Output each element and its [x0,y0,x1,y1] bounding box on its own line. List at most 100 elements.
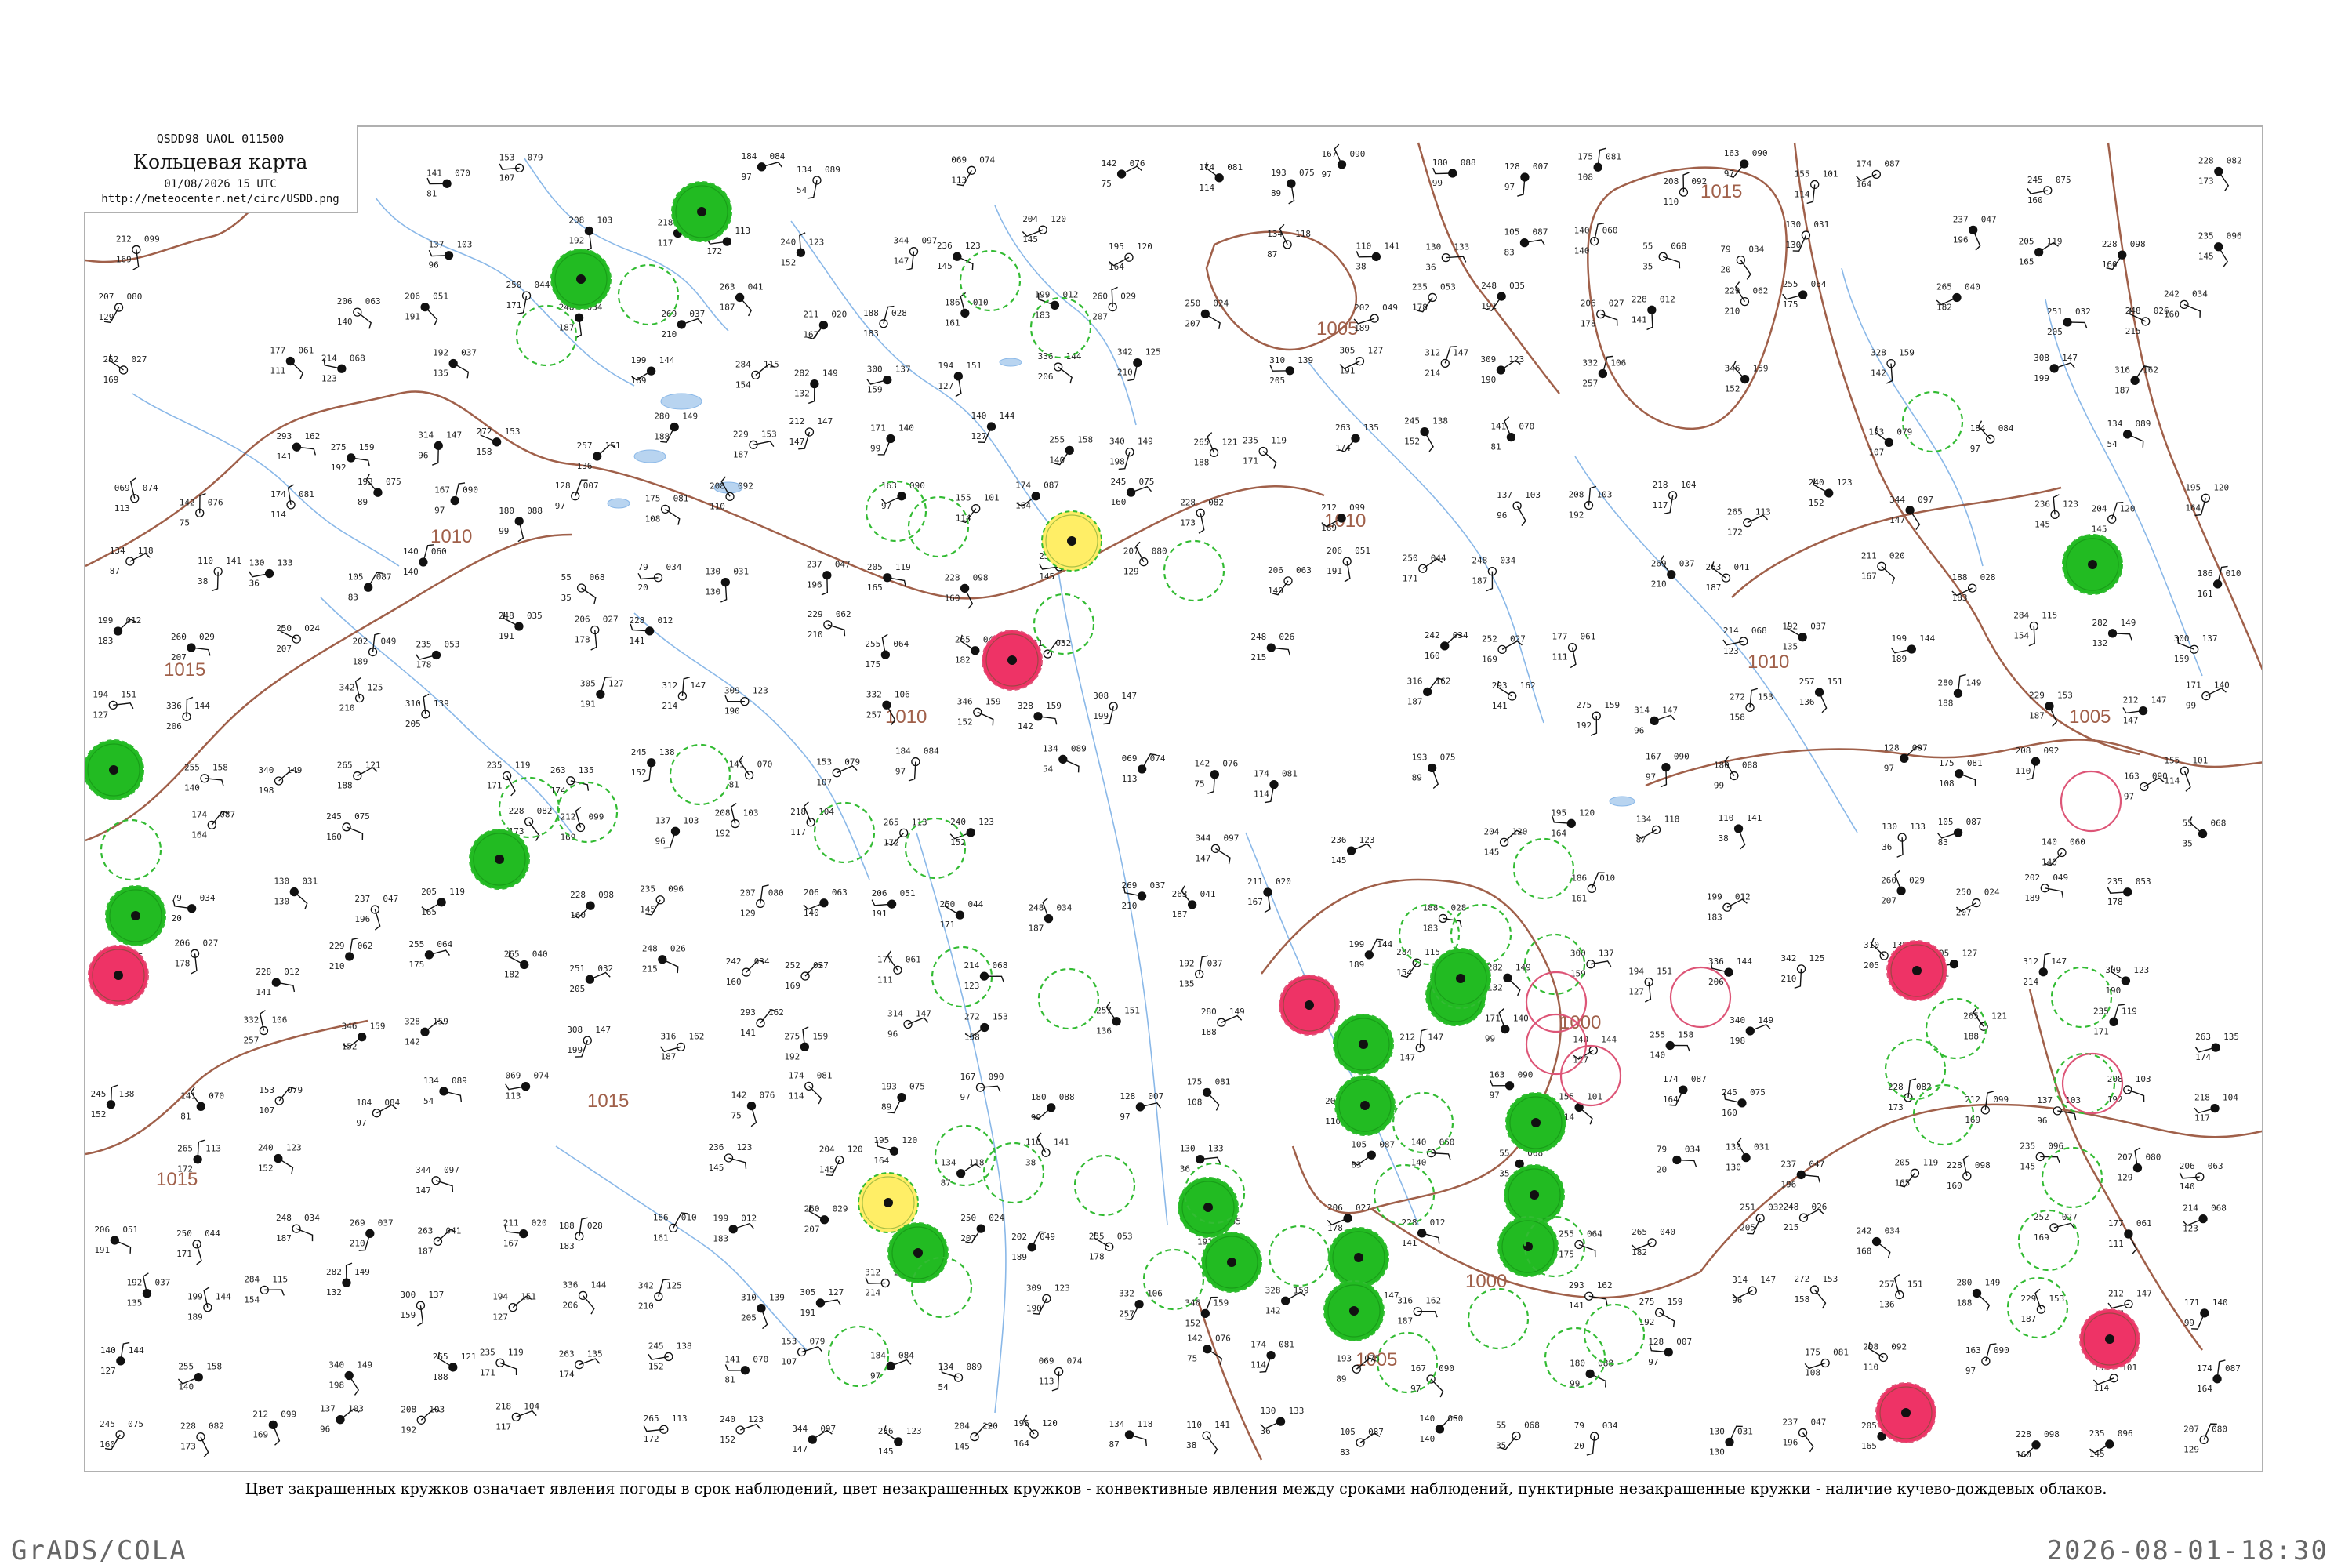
station-plot[interactable]: 328 159142 [1018,701,1062,731]
station-plot[interactable]: 153 079107 [816,757,860,788]
station-plot[interactable]: 237 047196 [354,894,398,931]
station-plot[interactable]: 310 139205 [1269,355,1313,386]
station-plot[interactable]: 340 149198 [1730,1015,1773,1046]
weather-marker-ring[interactable] [1073,1154,1136,1217]
station-plot[interactable]: 105 08783 [1340,1427,1384,1457]
weather-marker-shower[interactable] [1041,510,1102,572]
station-plot[interactable]: 308147199 [2034,353,2078,383]
station-plot[interactable]: 340 149198 [328,1359,372,1396]
station-plot[interactable]: 140 060140 [1574,223,1618,256]
station-plot[interactable]: 272 153158 [477,426,521,457]
station-plot[interactable]: 175 081108 [1577,147,1621,182]
weather-marker-ring[interactable] [2053,1052,2116,1115]
weather-marker-ring[interactable] [904,817,967,880]
station-plot[interactable]: 328 159142 [405,1016,448,1047]
station-plot[interactable]: 207 080129 [2117,1147,2161,1183]
station-plot[interactable]: 250 024207 [960,1213,1004,1244]
station-plot[interactable]: 328 159142 [1265,1285,1309,1316]
station-plot[interactable]: 195 120164 [1551,808,1595,838]
station-plot[interactable]: 265113172 [1727,507,1771,538]
station-plot[interactable]: 195 120164 [1109,241,1152,272]
station-plot[interactable]: 308147199 [567,1025,611,1058]
station-plot[interactable]: 245 138152 [91,1084,135,1120]
station-plot[interactable]: 263 041187 [417,1225,461,1256]
station-plot[interactable]: 284 115154 [244,1274,288,1305]
station-plot[interactable]: 193 07589 [1412,753,1456,789]
weather-marker-ring[interactable] [2041,1146,2103,1209]
station-plot[interactable]: 180 08899 [1714,756,1758,791]
weather-marker-ring[interactable] [1029,296,1092,359]
weather-marker-ring[interactable] [1901,390,1964,453]
station-plot[interactable]: 193 07589 [1271,168,1315,205]
station-plot[interactable]: 309 123190 [1480,354,1524,385]
weather-marker-ring[interactable] [907,495,970,558]
station-plot[interactable]: 134 11887 [1267,223,1311,260]
station-plot[interactable]: 204 120145 [954,1421,998,1452]
station-plot[interactable]: 192 037135 [126,1272,170,1308]
station-plot[interactable]: 5506835 [561,572,605,604]
station-plot[interactable]: 194 151127 [938,361,982,397]
weather-marker-rain[interactable] [550,249,612,310]
station-plot[interactable]: 218104117 [495,1401,539,1432]
station-plot[interactable]: 245 138152 [1404,416,1448,452]
station-plot[interactable]: 269 037210 [1651,555,1695,590]
station-plot[interactable]: 265113172 [177,1139,221,1174]
station-plot[interactable]: 137 10396 [1497,490,1541,526]
station-plot[interactable]: 206 027178 [575,615,619,651]
station-plot[interactable]: 79 03420 [1574,1421,1618,1456]
station-plot[interactable]: 174 081114 [789,1070,833,1105]
station-plot[interactable]: 174 081114 [270,484,314,520]
station-plot[interactable]: 250 044171 [506,280,550,314]
weather-marker-thunder-ring[interactable] [2060,770,2122,833]
station-plot[interactable]: 314 14796 [1634,705,1678,735]
station-plot[interactable]: 204 120145 [1484,826,1528,857]
station-plot[interactable]: 206 051191 [94,1225,138,1255]
station-plot[interactable]: 228 082173 [2198,156,2242,191]
station-plot[interactable]: 310 139205 [405,693,449,729]
station-plot[interactable]: 257 151136 [1799,677,1843,713]
station-plot[interactable]: 153 079107 [782,1337,826,1367]
station-plot[interactable]: 141 07081 [724,1355,768,1385]
station-plot[interactable]: 211 020167 [1247,877,1291,913]
station-plot[interactable]: 155101114 [2164,755,2208,792]
station-plot[interactable]: 235096145 [2198,231,2242,267]
station-plot[interactable]: 206 051191 [405,292,448,325]
weather-marker-ring[interactable] [617,263,680,326]
station-plot[interactable]: 240 123152 [258,1143,302,1174]
station-plot[interactable]: 142 07675 [1194,759,1238,794]
station-plot[interactable]: 110 14138 [1719,813,1762,850]
station-plot[interactable]: 180 08899 [1570,1358,1613,1388]
station-plot[interactable]: 272 153158 [1794,1274,1838,1309]
station-plot[interactable]: 236 123145 [2034,494,2078,529]
station-plot[interactable]: 255 064175 [408,939,452,970]
station-plot[interactable]: 309 123190 [724,686,768,717]
station-plot[interactable]: 346 159152 [1185,1296,1229,1329]
station-plot[interactable]: 177 061111 [2108,1218,2152,1254]
station-plot[interactable]: 208092110 [1863,1341,1907,1372]
station-plot[interactable]: 252 027169 [785,960,829,991]
station-plot[interactable]: 174 087164 [2197,1359,2241,1394]
station-plot[interactable]: 252 027169 [2034,1212,2078,1243]
station-plot[interactable]: 240 123152 [780,232,824,267]
station-plot[interactable]: 340 149198 [1109,437,1153,470]
station-plot[interactable]: 265040182 [1936,282,1980,313]
station-plot[interactable]: 195 120164 [2185,482,2229,517]
weather-marker-thunder[interactable] [982,630,1043,691]
station-plot[interactable]: 184 08497 [356,1098,400,1128]
station-plot[interactable]: 205119165 [1894,1157,1938,1188]
station-plot[interactable]: 130 13336 [1425,242,1469,273]
station-plot[interactable]: 194 151127 [492,1292,536,1323]
station-plot[interactable]: 251032205 [2047,307,2091,337]
station-plot[interactable]: 280 149188 [1937,673,1981,708]
station-plot[interactable]: 263 135174 [1335,423,1379,453]
station-plot[interactable]: 069 074113 [505,1071,550,1102]
station-plot[interactable]: 130 031130 [1726,1137,1769,1173]
station-plot[interactable]: 199 144189 [187,1287,231,1323]
station-plot[interactable]: 134 08954 [1043,743,1087,774]
station-plot[interactable]: 130 031130 [1709,1425,1753,1457]
station-plot[interactable]: 206 063140 [803,887,848,918]
station-plot[interactable]: 344 097147 [1889,495,1933,531]
weather-marker-thunder[interactable] [1279,975,1340,1036]
station-plot[interactable]: 235096145 [2089,1428,2133,1459]
station-plot[interactable]: 206 063140 [2179,1161,2223,1192]
